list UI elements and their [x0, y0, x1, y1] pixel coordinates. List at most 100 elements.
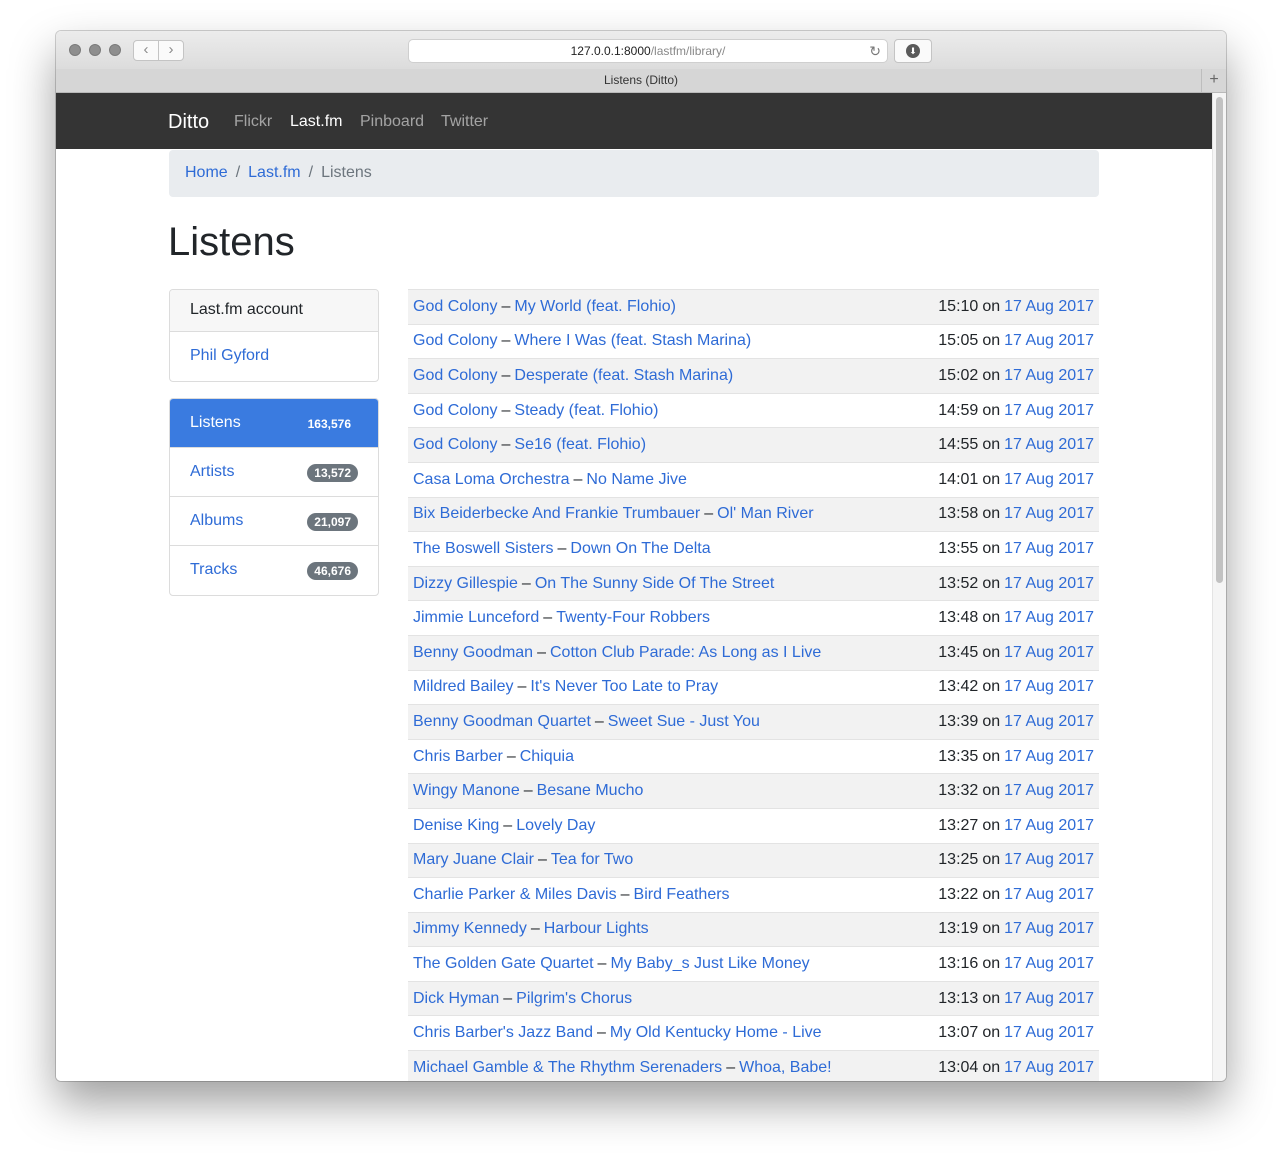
sidebar-item-artists[interactable]: Artists 13,572: [170, 448, 378, 497]
tab-title[interactable]: Listens (Ditto): [604, 73, 678, 87]
artist-link[interactable]: Mildred Bailey: [413, 678, 513, 695]
nav-link-flickr[interactable]: Flickr: [234, 113, 272, 131]
new-tab-icon[interactable]: +: [1201, 69, 1226, 92]
nav-link-lastfm[interactable]: Last.fm: [290, 113, 342, 131]
artist-link[interactable]: Wingy Manone: [413, 782, 520, 799]
vertical-scrollbar[interactable]: [1212, 93, 1226, 1081]
artist-link[interactable]: God Colony: [413, 436, 498, 453]
track-link[interactable]: Se16 (feat. Flohio): [514, 436, 646, 453]
artist-link[interactable]: Mary Juane Clair: [413, 851, 534, 868]
date-link[interactable]: 17 Aug 2017: [1004, 471, 1094, 488]
track-link[interactable]: It's Never Too Late to Pray: [530, 678, 718, 695]
track-link[interactable]: Chiquia: [520, 748, 574, 765]
date-link[interactable]: 17 Aug 2017: [1004, 817, 1094, 834]
track-link[interactable]: Pilgrim's Chorus: [516, 990, 632, 1007]
date-link[interactable]: 17 Aug 2017: [1004, 886, 1094, 903]
sidebar-item-albums[interactable]: Albums 21,097: [170, 497, 378, 546]
date-link[interactable]: 17 Aug 2017: [1004, 1059, 1094, 1076]
date-link[interactable]: 17 Aug 2017: [1004, 748, 1094, 765]
date-link[interactable]: 17 Aug 2017: [1004, 367, 1094, 384]
date-link[interactable]: 17 Aug 2017: [1004, 1024, 1094, 1041]
track-link[interactable]: Besane Mucho: [537, 782, 644, 799]
back-button[interactable]: ‹: [133, 40, 159, 61]
date-link[interactable]: 17 Aug 2017: [1004, 782, 1094, 799]
artist-link[interactable]: God Colony: [413, 332, 498, 349]
track-link[interactable]: My Baby_s Just Like Money: [610, 955, 809, 972]
track-link[interactable]: On The Sunny Side Of The Street: [535, 575, 775, 592]
scrollbar-thumb[interactable]: [1216, 97, 1223, 583]
date-link[interactable]: 17 Aug 2017: [1004, 575, 1094, 592]
on-label: on: [982, 712, 1001, 730]
date-link[interactable]: 17 Aug 2017: [1004, 990, 1094, 1007]
listen-title: God Colony – Desperate (feat. Stash Marina…: [413, 367, 733, 385]
track-link[interactable]: Down On The Delta: [570, 540, 710, 557]
artist-link[interactable]: Michael Gamble & The Rhythm Serenaders: [413, 1059, 722, 1076]
nav-link-twitter[interactable]: Twitter: [441, 113, 488, 131]
artist-link[interactable]: Jimmie Lunceford: [413, 609, 539, 626]
zoom-window-icon[interactable]: [109, 44, 121, 56]
track-link[interactable]: Ol' Man River: [717, 505, 813, 522]
brand-link[interactable]: Ditto: [168, 111, 209, 134]
breadcrumb-home[interactable]: Home: [185, 164, 228, 181]
downloads-button[interactable]: ⬇: [894, 39, 932, 63]
artist-link[interactable]: Bix Beiderbecke And Frankie Trumbauer: [413, 505, 700, 522]
date-link[interactable]: 17 Aug 2017: [1004, 713, 1094, 730]
date-link[interactable]: 17 Aug 2017: [1004, 851, 1094, 868]
track-link[interactable]: Harbour Lights: [544, 920, 649, 937]
artist-link[interactable]: God Colony: [413, 298, 498, 315]
artist-link[interactable]: The Boswell Sisters: [413, 540, 554, 557]
date-link[interactable]: 17 Aug 2017: [1004, 644, 1094, 661]
artist-link[interactable]: God Colony: [413, 367, 498, 384]
nav-link-pinboard[interactable]: Pinboard: [360, 113, 424, 131]
artist-link[interactable]: Casa Loma Orchestra: [413, 471, 570, 488]
track-link[interactable]: Twenty-Four Robbers: [556, 609, 710, 626]
track-link[interactable]: Tea for Two: [551, 851, 633, 868]
close-window-icon[interactable]: [69, 44, 81, 56]
artist-link[interactable]: Benny Goodman Quartet: [413, 713, 591, 730]
minimize-window-icon[interactable]: [89, 44, 101, 56]
track-link[interactable]: Bird Feathers: [634, 886, 730, 903]
track-link[interactable]: My Old Kentucky Home - Live: [610, 1024, 822, 1041]
reload-icon[interactable]: ↻: [869, 40, 881, 62]
date-link[interactable]: 17 Aug 2017: [1004, 298, 1094, 315]
forward-button[interactable]: ›: [158, 40, 184, 61]
date-link[interactable]: 17 Aug 2017: [1004, 402, 1094, 419]
artist-link[interactable]: Jimmy Kennedy: [413, 920, 527, 937]
track-link[interactable]: Cotton Club Parade: As Long as I Live: [550, 644, 821, 661]
artist-link[interactable]: Dick Hyman: [413, 990, 499, 1007]
on-label: on: [982, 643, 1001, 661]
track-link[interactable]: Lovely Day: [516, 817, 595, 834]
date-link[interactable]: 17 Aug 2017: [1004, 540, 1094, 557]
tab-bar: Listens (Ditto) +: [56, 69, 1226, 93]
date-link[interactable]: 17 Aug 2017: [1004, 505, 1094, 522]
track-link[interactable]: Where I Was (feat. Stash Marina): [514, 332, 751, 349]
date-link[interactable]: 17 Aug 2017: [1004, 955, 1094, 972]
track-link[interactable]: Sweet Sue - Just You: [608, 713, 760, 730]
track-link[interactable]: No Name Jive: [586, 471, 686, 488]
listen-when: 13:42 on 17 Aug 2017: [938, 678, 1094, 696]
sidebar-item-listens[interactable]: Listens 163,576: [170, 399, 378, 448]
count-badge: 163,576: [307, 417, 351, 431]
artist-link[interactable]: Benny Goodman: [413, 644, 533, 661]
artist-link[interactable]: Dizzy Gillespie: [413, 575, 518, 592]
date-link[interactable]: 17 Aug 2017: [1004, 332, 1094, 349]
sidebar-item-tracks[interactable]: Tracks 46,676: [170, 546, 378, 595]
date-link[interactable]: 17 Aug 2017: [1004, 678, 1094, 695]
track-link[interactable]: Steady (feat. Flohio): [514, 402, 658, 419]
date-link[interactable]: 17 Aug 2017: [1004, 920, 1094, 937]
date-link[interactable]: 17 Aug 2017: [1004, 609, 1094, 626]
account-name-link[interactable]: Phil Gyford: [190, 347, 269, 364]
artist-link[interactable]: Chris Barber's Jazz Band: [413, 1024, 593, 1041]
track-link[interactable]: My World (feat. Flohio): [514, 298, 676, 315]
track-link[interactable]: Desperate (feat. Stash Marina): [514, 367, 733, 384]
address-bar[interactable]: 127.0.0.1:8000/lastfm/library/ ↻: [408, 39, 888, 63]
artist-link[interactable]: The Golden Gate Quartet: [413, 955, 594, 972]
track-link[interactable]: Whoa, Babe!: [739, 1059, 832, 1076]
artist-link[interactable]: God Colony: [413, 402, 498, 419]
artist-link[interactable]: Denise King: [413, 817, 499, 834]
artist-link[interactable]: Charlie Parker & Miles Davis: [413, 886, 617, 903]
table-row: Chris Barber's Jazz Band – My Old Kentucky…: [408, 1015, 1099, 1050]
artist-link[interactable]: Chris Barber: [413, 748, 503, 765]
date-link[interactable]: 17 Aug 2017: [1004, 436, 1094, 453]
breadcrumb-lastfm[interactable]: Last.fm: [248, 164, 300, 181]
